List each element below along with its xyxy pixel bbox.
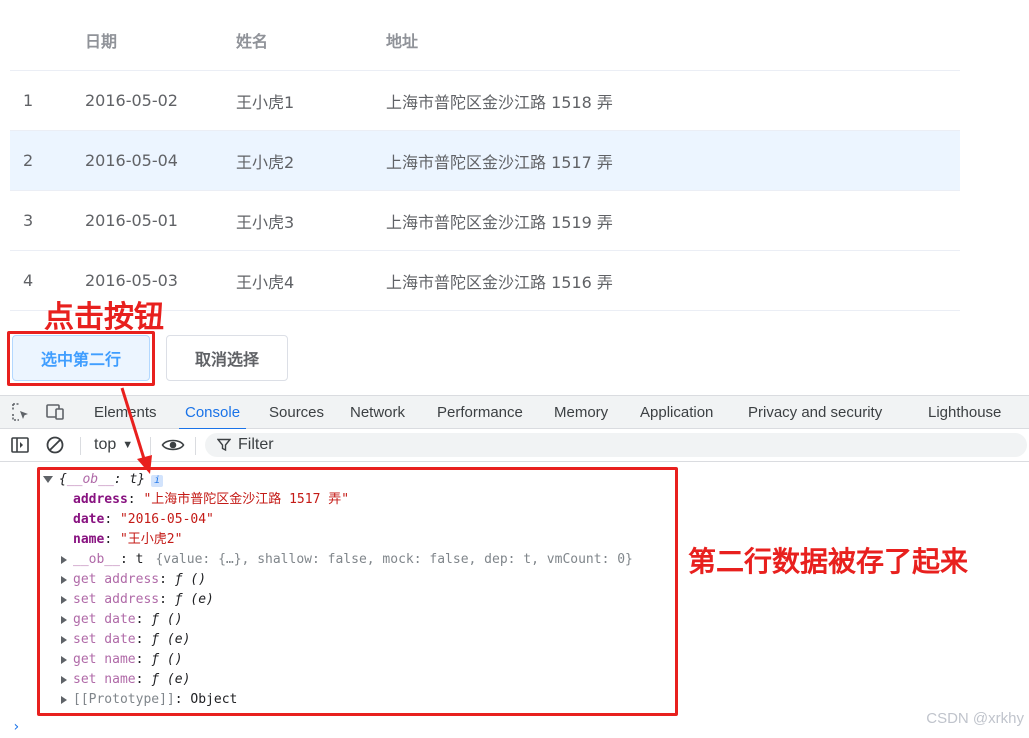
row-index: 4 <box>23 271 34 290</box>
tab-lighthouse[interactable]: Lighthouse <box>928 396 1001 429</box>
row-name: 王小虎2 <box>236 152 295 172</box>
console-toolbar: top ▼ Filter <box>0 429 1029 462</box>
row-date: 2016-05-04 <box>85 151 178 170</box>
header-address[interactable]: 地址 <box>386 10 418 70</box>
prop-date: date: "2016-05-04" <box>73 512 214 527</box>
tab-network[interactable]: Network <box>350 396 405 429</box>
filter-placeholder: Filter <box>238 436 274 453</box>
select-second-row-button[interactable]: 选中第二行 <box>12 335 150 381</box>
console-prompt[interactable]: › <box>12 719 20 735</box>
tab-console[interactable]: Console <box>178 396 247 430</box>
watermark: CSDN @xrkhy <box>926 710 1024 727</box>
devtools-tab-bar: Elements Console Sources Network Perform… <box>0 395 1029 430</box>
clear-selection-button[interactable]: 取消选择 <box>166 335 288 381</box>
getter-date[interactable]: get date: ƒ () <box>61 610 183 630</box>
device-toggle-icon[interactable] <box>45 402 65 422</box>
table-row-selected[interactable]: 2 2016-05-04 王小虎2 上海市普陀区金沙江路 1517 弄 <box>10 131 960 191</box>
getter-address[interactable]: get address: ƒ () <box>61 570 206 590</box>
collapse-triangle-icon[interactable] <box>61 655 67 664</box>
row-address: 上海市普陀区金沙江路 1516 弄 <box>386 272 613 292</box>
toolbar-divider <box>80 437 81 455</box>
tab-elements[interactable]: Elements <box>94 396 157 429</box>
row-name: 王小虎3 <box>236 212 295 232</box>
row-index: 1 <box>23 91 34 110</box>
row-address: 上海市普陀区金沙江路 1517 弄 <box>386 152 613 172</box>
setter-address[interactable]: set address: ƒ (e) <box>61 590 214 610</box>
collapse-triangle-icon[interactable] <box>61 615 67 624</box>
collapse-triangle-icon[interactable] <box>61 575 67 584</box>
context-label: top <box>94 436 117 453</box>
tab-sources[interactable]: Sources <box>269 396 324 429</box>
prop-address: address: "上海市普陀区金沙江路 1517 弄" <box>73 492 350 507</box>
header-name[interactable]: 姓名 <box>236 10 268 70</box>
tab-performance[interactable]: Performance <box>437 396 523 429</box>
collapse-triangle-icon[interactable] <box>61 695 67 704</box>
getter-name[interactable]: get name: ƒ () <box>61 650 183 670</box>
context-selector[interactable]: top ▼ <box>94 429 133 461</box>
tab-memory[interactable]: Memory <box>554 396 608 429</box>
sidebar-toggle-icon[interactable] <box>10 435 30 455</box>
row-index: 3 <box>23 211 34 230</box>
table-row[interactable]: 1 2016-05-02 王小虎1 上海市普陀区金沙江路 1518 弄 <box>10 71 960 131</box>
tab-application[interactable]: Application <box>640 396 713 429</box>
table-row[interactable]: 3 2016-05-01 王小虎3 上海市普陀区金沙江路 1519 弄 <box>10 191 960 251</box>
table-header-row: 日期 姓名 地址 <box>10 10 960 71</box>
row-index: 2 <box>23 151 34 170</box>
data-table: 日期 姓名 地址 1 2016-05-02 王小虎1 上海市普陀区金沙江路 15… <box>10 10 960 311</box>
toolbar-divider <box>195 437 196 455</box>
row-address: 上海市普陀区金沙江路 1519 弄 <box>386 212 613 232</box>
dropdown-caret-icon: ▼ <box>122 439 134 451</box>
row-date: 2016-05-01 <box>85 211 178 230</box>
prop-ob[interactable]: __ob__: t {value: {…}, shallow: false, mo… <box>61 550 633 570</box>
annotation-click-button: 点击按钮 <box>44 300 164 335</box>
setter-date[interactable]: set date: ƒ (e) <box>61 630 190 650</box>
prototype-entry[interactable]: [[Prototype]]: Object <box>61 690 237 710</box>
row-name: 王小虎4 <box>236 272 295 292</box>
row-address: 上海市普陀区金沙江路 1518 弄 <box>386 92 613 112</box>
collapse-triangle-icon[interactable] <box>61 675 67 684</box>
row-date: 2016-05-02 <box>85 91 178 110</box>
prop-name: name: "王小虎2" <box>73 532 183 547</box>
setter-name[interactable]: set name: ƒ (e) <box>61 670 190 690</box>
inspect-icon[interactable] <box>11 402 31 422</box>
eye-icon[interactable] <box>161 435 185 455</box>
filter-icon <box>217 438 231 452</box>
object-summary[interactable]: {__ob__: t} i <box>43 470 164 490</box>
row-name: 王小虎1 <box>236 92 295 112</box>
toolbar-divider <box>150 437 151 455</box>
header-date[interactable]: 日期 <box>85 10 117 70</box>
tab-privacy-and-security[interactable]: Privacy and security <box>748 396 882 429</box>
collapse-triangle-icon[interactable] <box>61 635 67 644</box>
collapse-triangle-icon[interactable] <box>61 555 67 564</box>
annotation-row-saved: 第二行数据被存了起来 <box>688 545 969 578</box>
expand-triangle-icon[interactable] <box>43 476 53 483</box>
info-icon[interactable]: i <box>151 475 164 487</box>
collapse-triangle-icon[interactable] <box>61 595 67 604</box>
filter-input[interactable]: Filter <box>205 433 1027 457</box>
clear-console-icon[interactable] <box>45 435 65 455</box>
